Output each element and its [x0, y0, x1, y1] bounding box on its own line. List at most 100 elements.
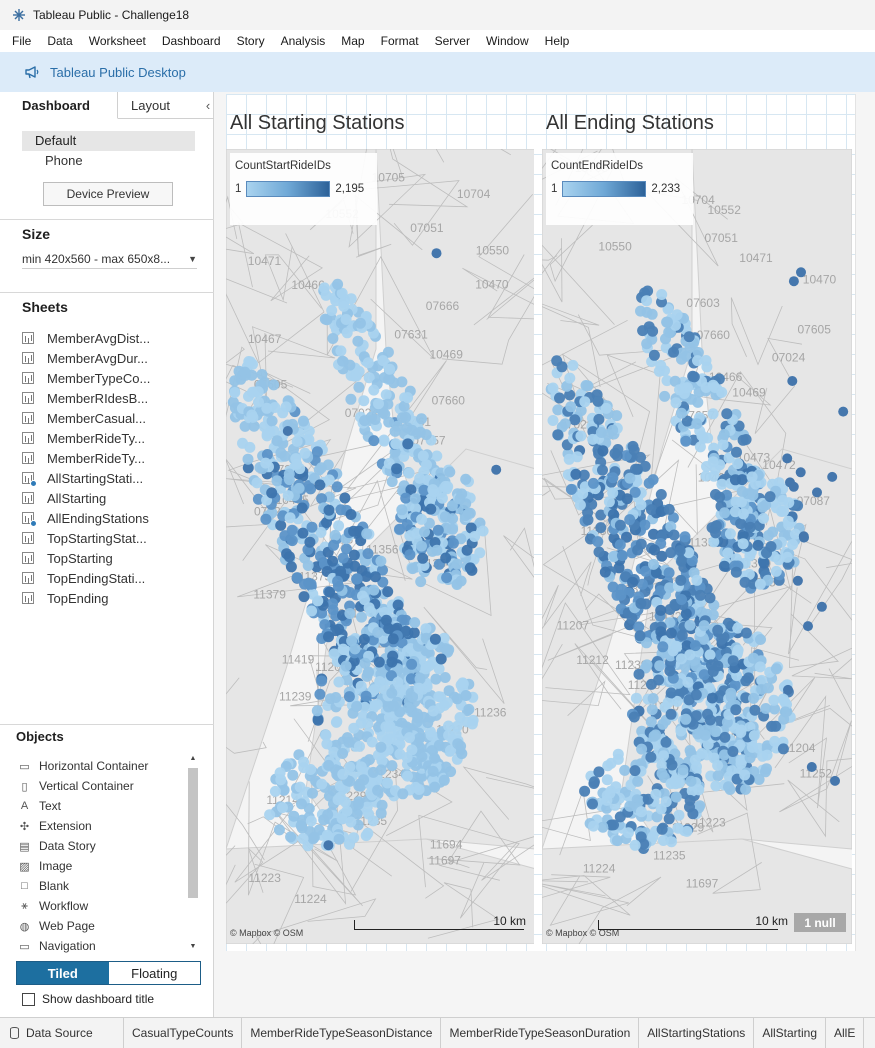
station-dot[interactable] [242, 453, 254, 465]
station-dot[interactable] [431, 544, 443, 556]
station-dot[interactable] [664, 665, 676, 677]
object-item[interactable]: ✣ Extension [18, 816, 183, 836]
station-dot[interactable] [320, 289, 332, 301]
station-dot[interactable] [783, 684, 793, 695]
station-dot[interactable] [616, 550, 628, 562]
station-dot[interactable] [369, 699, 381, 711]
end-stations-sheet[interactable]: All Ending Stations 10705107041055207051… [542, 94, 852, 951]
station-dot[interactable] [251, 477, 263, 489]
station-dot[interactable] [447, 537, 459, 549]
station-dot[interactable] [604, 787, 616, 799]
station-dot[interactable] [680, 435, 692, 447]
station-dot[interactable] [714, 491, 726, 503]
station-dot[interactable] [331, 716, 343, 728]
station-dot[interactable] [379, 408, 391, 420]
station-dot[interactable] [657, 641, 669, 653]
station-dot[interactable] [352, 335, 364, 347]
station-dot[interactable] [314, 479, 326, 491]
station-dot[interactable] [565, 483, 577, 495]
station-dot[interactable] [373, 656, 385, 668]
station-dot[interactable] [345, 293, 357, 305]
station-dot[interactable] [761, 763, 772, 775]
station-dot[interactable] [593, 546, 605, 558]
station-dot[interactable] [396, 504, 408, 516]
station-dot[interactable] [748, 652, 759, 664]
station-dot[interactable] [321, 829, 333, 841]
station-dot[interactable] [641, 659, 653, 671]
station-dot[interactable] [318, 814, 330, 826]
station-dot[interactable] [404, 732, 415, 744]
station-dot[interactable] [673, 809, 685, 821]
station-dot[interactable] [601, 774, 613, 786]
station-dot[interactable] [698, 620, 710, 632]
station-dot[interactable] [297, 415, 309, 427]
public-banner[interactable]: Tableau Public Desktop [0, 52, 875, 92]
station-dot[interactable] [327, 555, 339, 567]
station-dot[interactable] [382, 398, 394, 410]
station-dot[interactable] [629, 839, 641, 851]
station-dot[interactable] [308, 831, 320, 843]
station-dot[interactable] [760, 703, 772, 714]
station-dot[interactable] [547, 382, 559, 394]
scroll-up-icon[interactable]: ▲ [187, 754, 199, 764]
station-dot[interactable] [454, 712, 466, 723]
station-dot[interactable] [725, 687, 737, 699]
station-dot[interactable] [595, 427, 607, 438]
station-dot[interactable] [404, 549, 416, 561]
station-dot[interactable] [668, 346, 679, 358]
station-dot[interactable] [356, 611, 367, 623]
station-dot[interactable] [806, 762, 817, 772]
station-dot[interactable] [407, 563, 419, 575]
end-map-svg[interactable]: 1070510704105520705110550104711047007603… [542, 149, 852, 944]
station-dot[interactable] [425, 729, 437, 741]
station-dot[interactable] [345, 393, 357, 405]
station-dot[interactable] [416, 540, 427, 552]
station-dot[interactable] [671, 640, 682, 652]
station-dot[interactable] [433, 663, 445, 675]
station-dot[interactable] [420, 623, 432, 635]
station-dot[interactable] [721, 408, 733, 420]
station-dot[interactable] [632, 775, 644, 787]
station-dot[interactable] [430, 673, 442, 685]
station-dot[interactable] [402, 438, 414, 450]
station-dot[interactable] [322, 459, 334, 471]
station-dot[interactable] [682, 676, 694, 688]
station-dot[interactable] [351, 701, 363, 712]
station-dot[interactable] [387, 633, 399, 645]
station-dot[interactable] [635, 499, 647, 511]
station-dot[interactable] [597, 464, 608, 476]
tiled-button[interactable]: Tiled [17, 962, 109, 984]
station-dot[interactable] [408, 627, 420, 639]
device-phone[interactable]: Phone [22, 151, 195, 171]
station-dot[interactable] [692, 355, 703, 367]
station-dot[interactable] [297, 527, 309, 539]
station-dot[interactable] [367, 815, 379, 827]
station-dot[interactable] [665, 708, 677, 720]
station-dot[interactable] [304, 536, 316, 548]
station-dot[interactable] [687, 808, 699, 820]
station-dot[interactable] [340, 314, 352, 325]
map-attribution[interactable]: © Mapbox © OSM [230, 928, 303, 938]
station-dot[interactable] [676, 594, 687, 605]
station-dot[interactable] [368, 584, 380, 596]
station-dot[interactable] [735, 727, 747, 738]
station-dot[interactable] [656, 768, 668, 779]
station-dot[interactable] [782, 515, 794, 527]
station-dot[interactable] [360, 690, 372, 702]
station-dot[interactable] [769, 735, 781, 747]
sheet-item[interactable]: TopEndingStati... [22, 568, 207, 588]
station-dot[interactable] [280, 401, 292, 413]
menu-map[interactable]: Map [333, 34, 372, 48]
station-dot[interactable] [567, 359, 579, 371]
station-dot[interactable] [380, 721, 392, 733]
station-dot[interactable] [646, 704, 658, 716]
station-dot[interactable] [770, 565, 782, 577]
station-dot[interactable] [607, 472, 619, 484]
station-dot[interactable] [404, 530, 416, 542]
station-dot[interactable] [719, 507, 731, 519]
station-dot[interactable] [343, 691, 355, 703]
station-dot[interactable] [764, 491, 776, 503]
station-dot[interactable] [718, 560, 730, 572]
menu-analysis[interactable]: Analysis [273, 34, 334, 48]
station-dot[interactable] [747, 489, 759, 501]
